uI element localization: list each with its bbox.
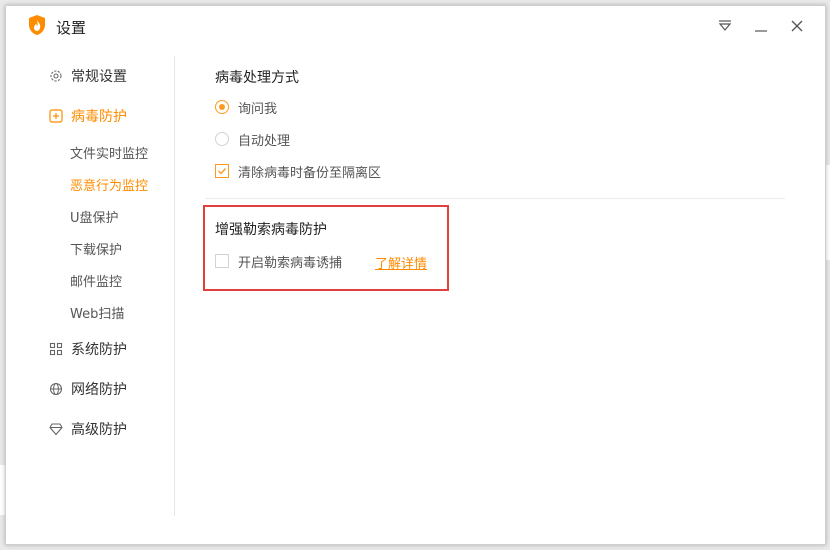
sidebar-item-advanced-protection[interactable]: 高级防护 [48,418,127,440]
title-bar: 设置 [6,6,825,46]
sidebar-item-label: 常规设置 [71,69,127,85]
sidebar-item-virus-protection[interactable]: 病毒防护 [48,105,127,127]
minimize-icon [755,30,767,32]
sidebar-item-label: 高级防护 [71,422,127,438]
highlight-annotation-box [203,205,449,291]
radio-label: 自动处理 [238,133,291,149]
sidebar-item-label: 系统防护 [71,342,127,358]
close-button[interactable] [787,16,807,36]
radio-label: 询问我 [238,101,278,117]
plus-square-icon [48,108,64,124]
dropdown-icon [718,20,732,31]
sidebar-nav: 常规设置 病毒防护 文件实时监控 恶意行为监控 U盘保护 下载保护 邮件监控 W… [6,56,174,516]
grid-icon [48,341,64,357]
sidebar-subitem-mail-monitor[interactable]: 邮件监控 [70,271,122,290]
section-divider [205,198,785,199]
checkbox-label: 清除病毒时备份至隔离区 [238,165,382,181]
flame-shield-logo-icon [27,14,47,36]
sidebar-subitem-web-scan[interactable]: Web扫描 [70,303,124,322]
settings-content: 病毒处理方式 询问我 自动处理 清除病毒时备份至隔离区 增强勒索病毒防护 开启勒… [175,46,825,544]
dropdown-menu-button[interactable] [715,16,735,36]
sidebar-subitem-behavior-monitor[interactable]: 恶意行为监控 [70,175,148,194]
checkbox[interactable] [215,164,229,178]
backup-checkbox-option[interactable]: 清除病毒时备份至隔离区 [215,162,382,181]
sidebar-item-label: 网络防护 [71,382,127,398]
checkbox-label: 开启勒索病毒诱捕 [238,255,343,271]
radio-button[interactable] [215,100,229,114]
sidebar-item-network-protection[interactable]: 网络防护 [48,378,127,400]
sidebar-item-general[interactable]: 常规设置 [48,65,127,87]
checkmark-icon [218,168,227,175]
radio-option-ask-me[interactable]: 询问我 [215,98,278,117]
minimize-button[interactable] [751,16,771,36]
learn-more-link[interactable]: 了解详情 [375,253,427,272]
window-title: 设置 [56,19,87,37]
ransomware-trap-option[interactable]: 开启勒索病毒诱捕 [215,252,343,271]
gear-icon [48,68,64,84]
sidebar-subitem-usb-protection[interactable]: U盘保护 [70,207,119,226]
sidebar-item-system-protection[interactable]: 系统防护 [48,338,127,360]
checkbox[interactable] [215,254,229,268]
ransomware-title: 增强勒索病毒防护 [215,222,327,238]
background-window-right [826,165,830,260]
sidebar-subitem-download-protection[interactable]: 下载保护 [70,239,122,258]
sidebar-item-label: 病毒防护 [71,109,127,125]
globe-icon [48,381,64,397]
settings-window: 设置 常规设置 病毒防护 文件实时监控 恶意行为监控 U盘保护 下载保护 邮件监… [5,5,826,545]
virus-handling-title: 病毒处理方式 [215,70,299,86]
radio-option-auto-handle[interactable]: 自动处理 [215,130,291,149]
close-icon [791,20,803,32]
diamond-icon [48,421,64,437]
radio-button[interactable] [215,132,229,146]
sidebar-subitem-file-monitor[interactable]: 文件实时监控 [70,143,148,162]
